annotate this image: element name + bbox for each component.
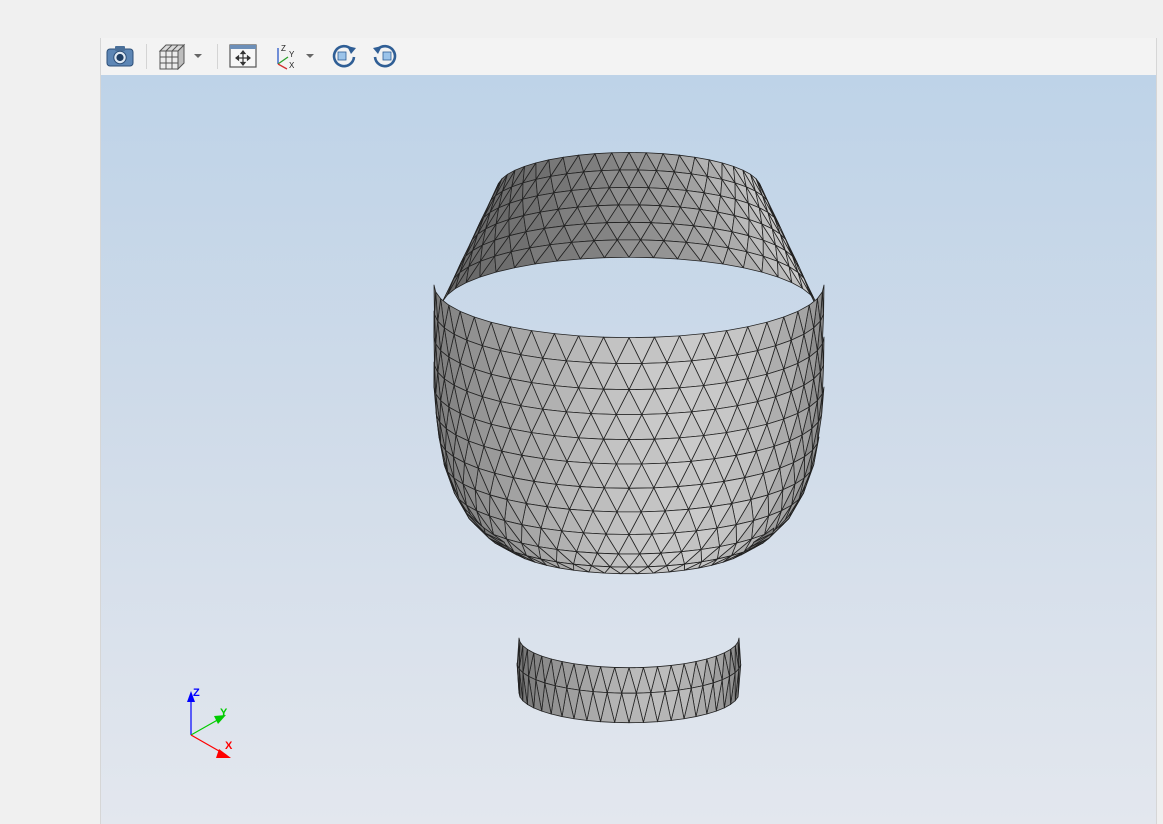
axes-z-label: Z bbox=[281, 44, 286, 53]
axes-view-icon: Z Y X bbox=[277, 44, 295, 70]
rotate-ccw-button[interactable] bbox=[328, 42, 360, 70]
3d-viewport[interactable]: Z Y X bbox=[101, 75, 1156, 824]
triad-z-label: Z bbox=[193, 687, 200, 699]
display-mode-button[interactable] bbox=[156, 42, 206, 70]
toolbar-separator bbox=[217, 44, 218, 69]
view-orientation-button[interactable]: Z Y X bbox=[272, 42, 320, 70]
viewer-toolbar: Z Y X bbox=[101, 38, 1156, 76]
fit-all-button[interactable] bbox=[227, 42, 259, 70]
rotate-right-icon bbox=[373, 44, 397, 68]
3d-viewer: Z Y X Z Y X bbox=[100, 38, 1157, 824]
triad-x-label: X bbox=[225, 740, 233, 752]
axes-y-label: Y bbox=[289, 50, 295, 59]
fit-all-icon bbox=[229, 44, 257, 68]
rotate-cw-button[interactable] bbox=[369, 42, 401, 70]
cube-wireframe-icon bbox=[158, 43, 186, 70]
chevron-down-icon bbox=[306, 54, 314, 58]
chevron-down-icon bbox=[194, 54, 202, 58]
axes-x-label: X bbox=[289, 61, 295, 70]
triad-y-label: Y bbox=[220, 707, 228, 719]
axis-triad: Z Y X bbox=[187, 687, 233, 758]
camera-icon bbox=[106, 46, 134, 67]
screenshot-button[interactable] bbox=[104, 42, 136, 70]
toolbar-separator bbox=[146, 44, 147, 69]
rotate-left-icon bbox=[332, 44, 356, 68]
cup-mesh[interactable] bbox=[433, 152, 825, 724]
